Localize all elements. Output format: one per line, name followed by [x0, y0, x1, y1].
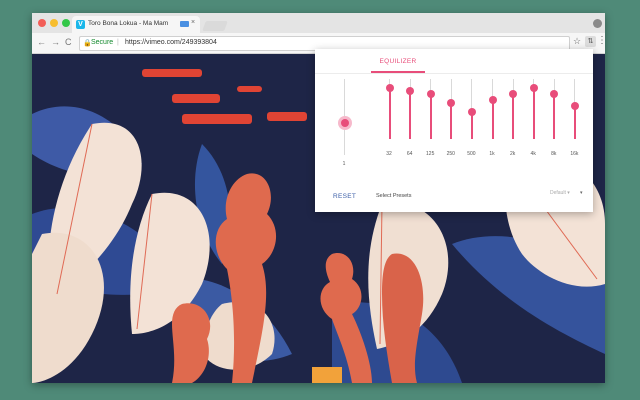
tab-title: Toro Bona Lokua - Ma Mam [88, 20, 169, 27]
minimize-window-button[interactable] [50, 19, 58, 27]
band-slider-2k-knob[interactable] [509, 90, 518, 99]
band-slider-2k-label: 2k [509, 151, 516, 157]
band-slider-1k-knob[interactable] [488, 96, 497, 104]
band-slider-1k-fill [491, 100, 494, 139]
band-slider-250-fill [450, 103, 453, 139]
zoom-window-button[interactable] [62, 19, 70, 27]
band-slider-4k-label: 4k [530, 151, 536, 157]
band-slider-8k-label: 8k [551, 151, 557, 157]
audio-playing-icon [180, 21, 189, 27]
presets-label: Select Presets [376, 193, 412, 199]
address-separator: | [117, 39, 119, 46]
band-slider-32-fill [388, 87, 391, 139]
preset-value: Default [550, 190, 566, 196]
band-slider-250-label: 250 [446, 151, 455, 157]
secure-label: Secure [91, 39, 114, 46]
reload-button[interactable]: C [65, 37, 72, 47]
browser-tab[interactable]: V Toro Bona Lokua - Ma Mam × [72, 16, 200, 33]
band-slider-125-knob[interactable] [426, 90, 435, 99]
band-slider-32-knob[interactable] [385, 83, 394, 92]
band-slider-8k-knob[interactable] [550, 90, 559, 99]
tab-close-icon[interactable]: × [191, 19, 195, 26]
band-slider-250-knob[interactable] [447, 99, 456, 108]
band-slider-2k-fill [512, 94, 515, 139]
browser-menu-icon[interactable]: ⋮ [597, 35, 605, 46]
preset-select[interactable]: Default ▾ [550, 190, 570, 196]
band-slider-125-fill [429, 94, 432, 139]
back-button[interactable]: ← [37, 37, 46, 47]
collapse-arrow-icon[interactable]: ▾ [580, 190, 583, 196]
forward-button[interactable]: → [51, 37, 60, 47]
band-slider-500-label: 500 [467, 151, 476, 157]
profile-avatar[interactable] [593, 19, 602, 28]
band-slider-16k-label: 16k [570, 151, 579, 157]
tab-divider [315, 73, 593, 74]
band-slider-500-fill [470, 112, 473, 139]
preamp-slider-label: 1 [342, 161, 346, 167]
band-slider-8k-fill [553, 94, 556, 139]
title-bar: V Toro Bona Lokua - Ma Mam × [32, 13, 605, 33]
band-slider-16k-knob[interactable] [570, 101, 579, 110]
band-slider-16k-fill [573, 105, 576, 139]
preamp-slider-knob[interactable] [337, 116, 352, 130]
preset-dropdown-icon: ▾ [567, 190, 570, 196]
band-slider-64-fill [409, 91, 412, 139]
bookmark-star-icon[interactable]: ☆ [573, 36, 581, 47]
equalizer-extension-icon[interactable]: ⇅ [585, 36, 596, 47]
new-tab-button[interactable] [202, 21, 228, 31]
close-window-button[interactable] [38, 19, 46, 27]
band-slider-64-knob[interactable] [406, 87, 415, 95]
tab-equalizer[interactable]: EQUILIZER [371, 58, 425, 65]
band-slider-1k-label: 1k [489, 151, 495, 157]
preamp-slider-knob-center [340, 119, 349, 127]
vimeo-favicon-icon: V [76, 20, 85, 29]
equalizer-popup: EQUILIZER 1 32 64 125 250 500 1k 2k 4k 8k 16k RESE… [315, 49, 593, 212]
band-slider-64-label: 64 [406, 151, 413, 157]
band-slider-4k-fill [532, 87, 535, 139]
band-slider-32-label: 32 [386, 151, 392, 157]
reset-button[interactable]: RESET [333, 193, 356, 200]
url-text: https://vimeo.com/249393804 [125, 39, 217, 46]
band-slider-500-knob[interactable] [467, 108, 476, 117]
band-slider-125-label: 125 [426, 151, 435, 157]
band-slider-4k-knob[interactable] [529, 83, 538, 92]
